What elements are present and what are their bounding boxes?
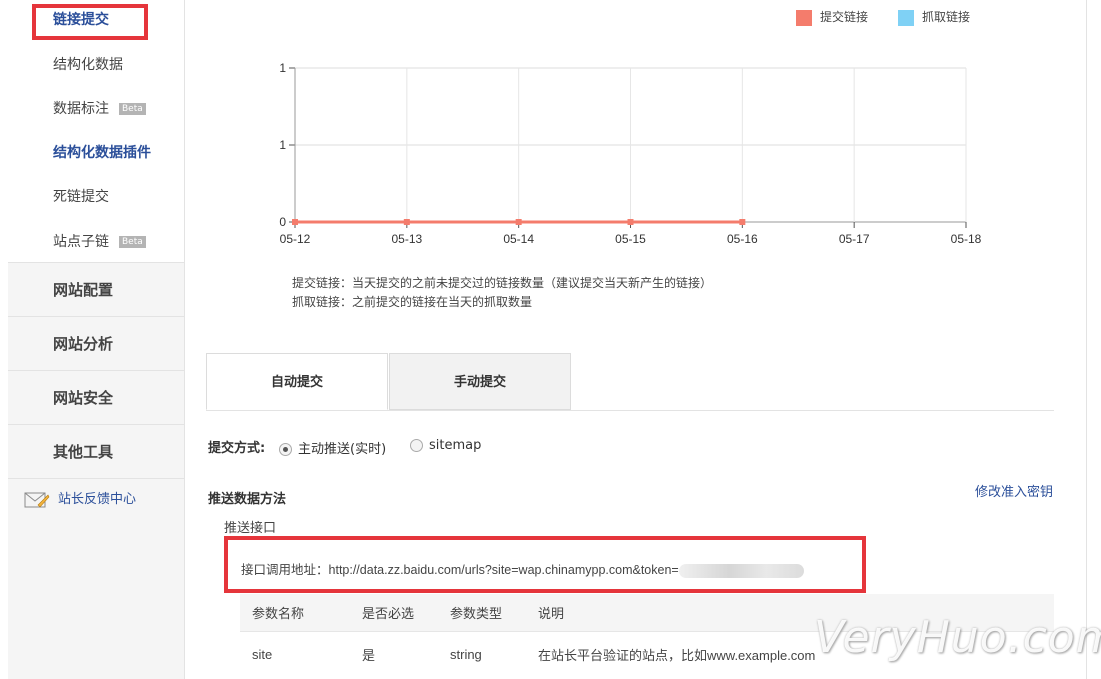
data-point xyxy=(739,219,746,225)
push-method-title: 推送数据方法 xyxy=(208,492,287,507)
envelope-icon xyxy=(24,492,50,507)
tab-manual-submit[interactable]: 手动提交 xyxy=(389,353,571,410)
api-url: http://data.zz.baidu.com/urls?site=wap.c… xyxy=(328,563,679,577)
table-cell: 是 xyxy=(362,631,450,676)
feedback-link[interactable]: 站长反馈中心 xyxy=(24,488,136,510)
radio-label: sitemap xyxy=(429,438,482,453)
radio-sitemap[interactable]: sitemap xyxy=(410,438,481,453)
x-tick-label: 05-17 xyxy=(839,232,870,246)
radio-checked-icon xyxy=(279,443,292,456)
table-header: 参数名称 xyxy=(240,594,362,632)
x-tick-label: 05-12 xyxy=(280,232,311,246)
submit-method-label: 提交方式: xyxy=(208,441,266,456)
x-tick-label: 05-15 xyxy=(615,232,646,246)
data-point xyxy=(292,219,298,225)
x-tick-label: 05-13 xyxy=(391,232,422,246)
data-point xyxy=(403,219,410,225)
link-chart: 0 1 1 05-12 05-13 05-14 05-15 05-16 05-17 05-18 xyxy=(279,61,982,246)
x-tick-label: 05-14 xyxy=(503,232,534,246)
section-label: 其他工具 xyxy=(53,443,114,461)
submit-tabs: 自动提交 手动提交 xyxy=(206,353,1054,411)
feedback-label: 站长反馈中心 xyxy=(58,492,137,507)
chart-note-submit: 提交链接：当天提交的之前未提交过的链接数量（建议提交当天新产生的链接） xyxy=(292,276,713,290)
watermark: VeryHuo.com xyxy=(814,612,1101,663)
sidebar-section-other-tools[interactable]: 其他工具 xyxy=(8,425,184,479)
push-interface-label: 推送接口 xyxy=(224,521,277,536)
table-header: 参数类型 xyxy=(450,594,538,632)
sidebar-section-site-analysis[interactable]: 网站分析 xyxy=(8,317,184,371)
sidebar-section-site-config[interactable]: 网站配置 xyxy=(8,263,184,317)
data-point xyxy=(515,219,522,225)
api-label: 接口调用地址： xyxy=(241,563,329,577)
section-label: 网站分析 xyxy=(53,335,114,353)
table-cell: string xyxy=(450,631,538,676)
y-tick-label: 0 xyxy=(279,215,286,229)
section-label: 网站配置 xyxy=(53,281,114,299)
api-endpoint: 接口调用地址：http://data.zz.baidu.com/urls?sit… xyxy=(241,559,804,578)
data-point xyxy=(627,219,634,225)
section-label: 网站安全 xyxy=(53,389,114,407)
tab-auto-submit[interactable]: 自动提交 xyxy=(206,353,388,410)
table-header: 是否必选 xyxy=(362,594,450,632)
modify-key-link[interactable]: 修改准入密钥 xyxy=(975,481,1053,500)
radio-active-push[interactable]: 主动推送(实时) xyxy=(279,438,386,457)
y-tick-label: 1 xyxy=(279,138,286,152)
radio-label: 主动推送(实时) xyxy=(298,442,387,457)
sidebar-section-site-security[interactable]: 网站安全 xyxy=(8,371,184,425)
y-tick-label: 1 xyxy=(279,61,286,75)
token-redacted xyxy=(678,563,804,578)
x-tick-label: 05-18 xyxy=(951,232,982,246)
x-tick-label: 05-16 xyxy=(727,232,758,246)
chart-note-crawl: 抓取链接：之前提交的链接在当天的抓取数量 xyxy=(292,295,533,309)
radio-unchecked-icon xyxy=(410,439,423,452)
table-cell: site xyxy=(240,631,362,676)
